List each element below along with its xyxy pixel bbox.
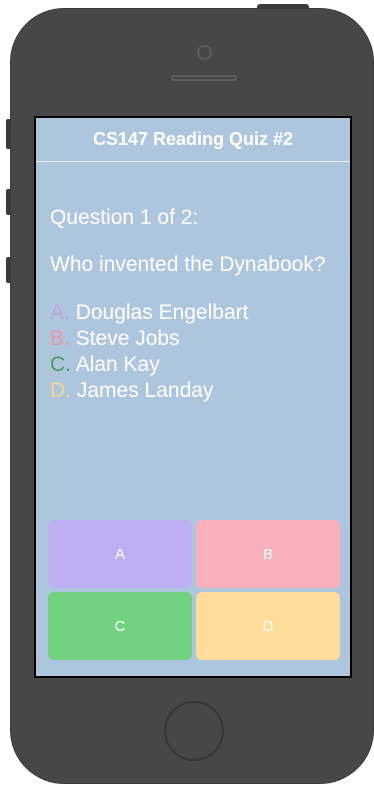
volume-down-button <box>6 257 11 283</box>
mute-switch <box>6 119 11 149</box>
option-d: D. James Landay <box>50 378 336 404</box>
answer-c-label: C <box>114 617 126 635</box>
answer-button-grid: A B C D <box>48 520 340 662</box>
option-b: B. Steve Jobs <box>50 326 336 352</box>
option-a: A. Douglas Engelbart <box>50 300 336 326</box>
front-camera <box>197 45 212 60</box>
answer-a-button[interactable]: A <box>48 520 192 588</box>
home-button[interactable] <box>164 701 224 761</box>
quiz-screen: CS147 Reading Quiz #2 Question 1 of 2: W… <box>36 118 350 676</box>
option-b-text: Steve Jobs <box>75 327 180 350</box>
option-a-letter: A. <box>50 301 70 324</box>
question-text: Who invented the Dynabook? <box>50 253 326 276</box>
question-panel: Question 1 of 2: Who invented the Dynabo… <box>36 206 350 404</box>
phone-screen: CS147 Reading Quiz #2 Question 1 of 2: W… <box>34 116 352 678</box>
option-d-letter: D. <box>50 379 71 402</box>
option-a-text: Douglas Engelbart <box>75 301 249 324</box>
volume-up-button <box>6 189 11 215</box>
option-list: A. Douglas Engelbart B. Steve Jobs C. Al… <box>50 300 336 404</box>
question-counter: Question 1 of 2: <box>50 206 199 229</box>
quiz-title: CS147 Reading Quiz #2 <box>92 129 294 149</box>
answer-b-label: B <box>262 545 273 563</box>
option-c-text: Alan Kay <box>75 353 160 376</box>
earpiece-speaker <box>171 75 237 81</box>
answer-a-label: A <box>114 545 125 563</box>
quiz-header: CS147 Reading Quiz #2 <box>36 118 350 162</box>
option-b-letter: B. <box>50 327 70 350</box>
answer-d-label: D <box>262 617 274 635</box>
option-c: C. Alan Kay <box>50 352 336 378</box>
option-d-text: James Landay <box>76 379 214 402</box>
option-c-letter: C. <box>50 353 71 376</box>
answer-d-button[interactable]: D <box>196 592 340 660</box>
answer-b-button[interactable]: B <box>196 520 340 588</box>
answer-c-button[interactable]: C <box>48 592 192 660</box>
power-button <box>257 4 309 9</box>
